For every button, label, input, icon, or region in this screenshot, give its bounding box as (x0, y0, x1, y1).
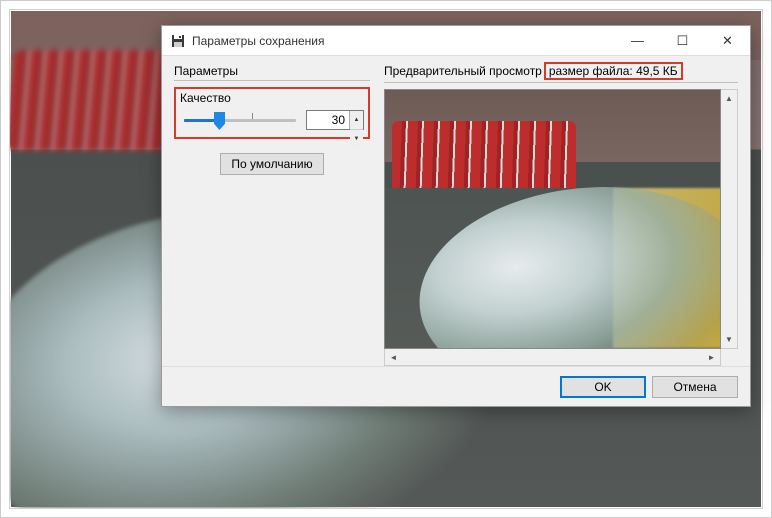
filesize-highlight: размер файла: 49,5 КБ (544, 62, 683, 80)
app-stage: Параметры сохранения — ☐ ✕ Параметры Кач… (0, 0, 772, 518)
divider (174, 80, 370, 81)
divider (384, 82, 738, 83)
preview-label: Предварительный просмотр (384, 64, 542, 80)
save-icon (170, 33, 186, 49)
ok-button[interactable]: OK (560, 376, 646, 398)
dialog-body: Параметры Качество (162, 56, 750, 366)
scroll-right-icon[interactable]: ► (703, 349, 720, 365)
slider-thumb[interactable] (214, 112, 225, 130)
vertical-scrollbar[interactable]: ▲ ▼ (721, 89, 738, 349)
cancel-button[interactable]: Отмена (652, 376, 738, 398)
spinner-up-icon[interactable]: ▲ (350, 111, 363, 130)
parameters-label: Параметры (174, 64, 370, 78)
minimize-button[interactable]: — (615, 26, 660, 56)
save-options-dialog: Параметры сохранения — ☐ ✕ Параметры Кач… (161, 25, 751, 407)
dialog-footer: OK Отмена (162, 366, 750, 406)
window-buttons: — ☐ ✕ (615, 26, 750, 56)
scroll-left-icon[interactable]: ◄ (385, 349, 402, 365)
parameters-panel: Параметры Качество (174, 64, 370, 366)
maximize-button[interactable]: ☐ (660, 26, 705, 56)
quality-value-input[interactable] (307, 111, 349, 129)
preview-panel: Предварительный просмотр размер файла: 4… (384, 64, 738, 366)
window-title: Параметры сохранения (192, 34, 324, 48)
quality-label: Качество (180, 91, 364, 105)
quality-slider[interactable] (180, 109, 300, 131)
quality-spinner[interactable]: ▲ ▼ (306, 110, 364, 130)
horizontal-scrollbar[interactable]: ◄ ► (384, 349, 721, 366)
scroll-track[interactable] (402, 349, 703, 365)
spinner-down-icon[interactable]: ▼ (350, 130, 363, 148)
default-button[interactable]: По умолчанию (220, 153, 323, 175)
scroll-down-icon[interactable]: ▼ (721, 331, 737, 348)
filesize-label: размер файла: 49,5 КБ (549, 64, 678, 78)
slider-tick (252, 113, 253, 119)
scroll-track[interactable] (721, 107, 737, 331)
preview-image[interactable] (384, 89, 721, 349)
quality-group-highlight: Качество ▲ ▼ (174, 87, 370, 139)
preview-header: Предварительный просмотр размер файла: 4… (384, 64, 738, 80)
titlebar[interactable]: Параметры сохранения — ☐ ✕ (162, 26, 750, 56)
close-button[interactable]: ✕ (705, 26, 750, 56)
scroll-up-icon[interactable]: ▲ (721, 90, 737, 107)
